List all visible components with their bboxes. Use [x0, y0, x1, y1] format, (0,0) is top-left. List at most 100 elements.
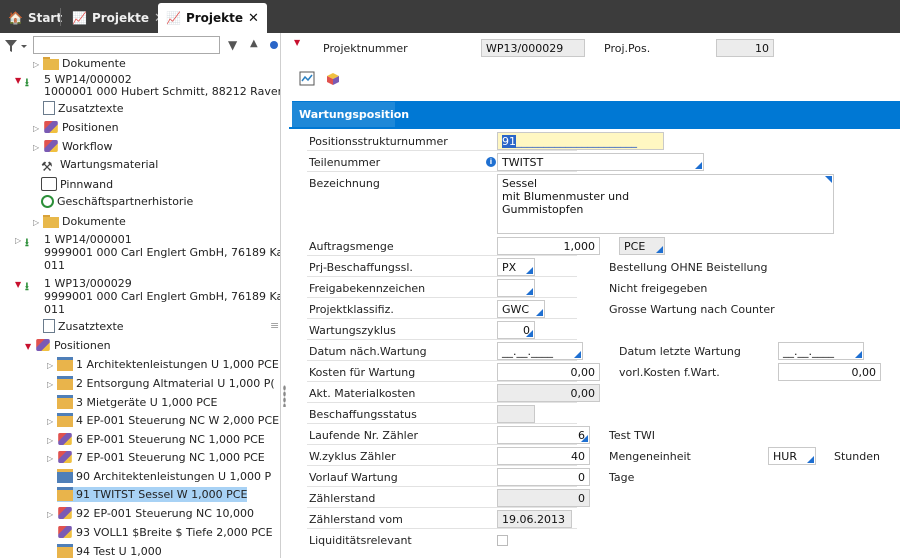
projpos-field: 10: [716, 39, 774, 57]
wzyklus-input[interactable]: 40: [497, 447, 590, 465]
row-separator: [307, 507, 577, 508]
row-separator: [307, 444, 577, 445]
vorlauf-label: Vorlauf Wartung: [309, 471, 398, 484]
beschaff-input[interactable]: PX: [497, 258, 535, 276]
vorl-kosten-input[interactable]: 0,00: [778, 363, 881, 381]
project-header: ▼ Projektnummer WP13/000029 Proj.Pos. 10: [287, 33, 900, 63]
wzyklus-label: W.zyklus Zähler: [309, 450, 396, 463]
chart-icon[interactable]: [299, 71, 315, 90]
kosten-label: Kosten für Wartung: [309, 366, 416, 379]
datum-letzte-input[interactable]: __.__.____: [778, 342, 864, 360]
tree-item-zusatztexte-2[interactable]: Zusatztexte ≡: [41, 319, 280, 334]
tree-item-historie[interactable]: Geschäftspartnerhistorie: [41, 195, 193, 209]
section-tab-wartungsposition[interactable]: Wartungsposition: [292, 102, 409, 127]
position-label: 1 Architektenleistungen U 1,000 PCE: [76, 358, 279, 371]
positionsstruktur-input[interactable]: 91______________________: [497, 132, 664, 150]
row-separator: [307, 360, 577, 361]
zyklus-label: Wartungszyklus: [309, 324, 396, 337]
tree-item-pinnwand[interactable]: Pinnwand: [41, 177, 113, 192]
datum-naech-input[interactable]: __.__.____: [497, 342, 583, 360]
position-label: 2 Entsorgung Altmaterial U 1,000 P(: [76, 377, 275, 390]
beschstatus-field: [497, 405, 535, 423]
filter-dropdown-icon[interactable]: [4, 38, 28, 54]
tree-item-wartungsmaterial[interactable]: ⚒ Wartungsmaterial: [41, 158, 158, 175]
bezeichnung-textarea[interactable]: Sessel mit Blumenmuster und Gummistopfen: [497, 174, 834, 234]
tab-projekte-2[interactable]: 📈 Projekte ✕: [158, 3, 267, 33]
position-row[interactable]: ▷ 92 EP-001 Steuerung NC 10,000: [47, 506, 254, 522]
row-separator: [307, 276, 577, 277]
tree-item-positionen[interactable]: ▷ Positionen: [33, 120, 119, 136]
position-row[interactable]: 93 VOLL1 $Breite $ Tiefe 2,000 PCE: [57, 525, 273, 540]
tree-search-input[interactable]: [33, 36, 220, 54]
cube-icon[interactable]: [325, 71, 341, 90]
klassifiz-input[interactable]: GWC: [497, 300, 545, 318]
expand-icon[interactable]: ▷: [33, 141, 43, 155]
liquid-checkbox[interactable]: [497, 535, 508, 546]
row-separator: [307, 171, 577, 172]
position-label: 90 Architektenleistungen U 1,000 P: [76, 470, 272, 483]
position-row[interactable]: ▷ 7 EP-001 Steuerung NC 1,000 PCE: [47, 450, 265, 466]
bezeichnung-line: mit Blumenmuster und: [502, 190, 630, 203]
kosten-input[interactable]: 0,00: [497, 363, 600, 381]
tree-item-workflow[interactable]: ▷ Workflow: [33, 139, 113, 155]
collapse-icon[interactable]: ▼: [15, 278, 25, 292]
expand-icon[interactable]: ▷: [47, 434, 57, 448]
info-icon[interactable]: i: [486, 157, 496, 167]
klassifiz-label: Projektklassifiz.: [309, 303, 394, 316]
position-row[interactable]: ▷ 4 EP-001 Steuerung NC W 2,000 PCE: [47, 413, 279, 429]
tree-item-label: Dokumente: [62, 215, 126, 228]
expand-icon[interactable]: ▷: [33, 58, 43, 72]
expand-icon[interactable]: ▷: [47, 415, 57, 429]
expand-icon[interactable]: ▷: [47, 452, 57, 466]
vorlauf-input[interactable]: 0: [497, 468, 590, 486]
position-row[interactable]: 94 Test U 1,000: [57, 544, 162, 558]
cube-icon: [58, 507, 72, 519]
zyklus-input[interactable]: 0: [497, 321, 535, 339]
tab-projekte-2-label: Projekte: [185, 11, 244, 25]
close-icon[interactable]: ✕: [248, 11, 259, 26]
collapse-icon[interactable]: ▼: [15, 75, 25, 87]
mengeneinheit-input[interactable]: HUR: [768, 447, 816, 465]
projpos-label: Proj.Pos.: [604, 42, 651, 55]
drag-handle-icon[interactable]: ≡: [270, 319, 279, 333]
auftragsmenge-input[interactable]: 1,000: [497, 237, 600, 255]
position-row[interactable]: 90 Architektenleistungen U 1,000 P: [57, 469, 271, 484]
freigabe-input[interactable]: [497, 279, 535, 297]
expand-icon[interactable]: ▷: [47, 378, 57, 392]
tree-item-dokumente-top[interactable]: ▷ Dokumente: [33, 56, 126, 72]
splitter-handle[interactable]: [283, 385, 286, 407]
tab-projekte-1[interactable]: 📈Projekte✕: [64, 3, 173, 33]
position-row[interactable]: ▷ 2 Entsorgung Altmaterial U 1,000 P(: [47, 376, 275, 392]
funnel-icon[interactable]: ▼: [228, 38, 237, 52]
position-label: 6 EP-001 Steuerung NC 1,000 PCE: [76, 433, 265, 446]
workflow-icon: [44, 140, 58, 152]
expand-icon[interactable]: ▷: [47, 508, 57, 522]
collapse-icon[interactable]: ▼: [294, 38, 300, 47]
status-dot-icon[interactable]: [270, 41, 278, 49]
tree-item-positionen-2[interactable]: ▼ Positionen: [25, 338, 111, 354]
tree-item-sublabel: 1000001 000 Hubert Schmitt, 88212 Ravens…: [44, 85, 281, 98]
folder-icon: [43, 56, 59, 70]
auftragsmenge-unit-field[interactable]: PCE: [619, 237, 665, 255]
matkosten-label: Akt. Materialkosten: [309, 387, 416, 400]
expand-icon[interactable]: ▷: [33, 216, 43, 230]
expand-icon[interactable]: ▷: [15, 234, 25, 248]
tree-item-label: Pinnwand: [60, 178, 114, 191]
download-icon: ⭳: [25, 280, 29, 293]
position-row[interactable]: 3 Mietgeräte U 1,000 PCE: [57, 395, 218, 410]
collapse-icon[interactable]: ▼: [25, 340, 35, 354]
teilenummer-input[interactable]: TWITST: [497, 153, 704, 171]
lfd-input[interactable]: 6: [497, 426, 590, 444]
row-separator: [307, 402, 577, 403]
tree-item-dokumente[interactable]: ▷ Dokumente: [33, 214, 126, 230]
tree-item-zusatztexte[interactable]: Zusatztexte: [41, 101, 124, 116]
envelope-icon: [41, 177, 57, 191]
position-row-selected[interactable]: 91 TWITST Sessel W 1,000 PCE: [57, 487, 247, 502]
position-row[interactable]: ▷ 1 Architektenleistungen U 1,000 PCE: [47, 357, 279, 373]
position-row[interactable]: ▷ 6 EP-001 Steuerung NC 1,000 PCE: [47, 432, 265, 448]
expand-icon[interactable]: ▷: [33, 122, 43, 136]
expand-icon[interactable]: ▷: [47, 359, 57, 373]
tree-item-label: Positionen: [54, 339, 111, 352]
bezeichnung-label: Bezeichnung: [309, 177, 380, 190]
collapse-up-icon[interactable]: ▲: [250, 38, 258, 49]
